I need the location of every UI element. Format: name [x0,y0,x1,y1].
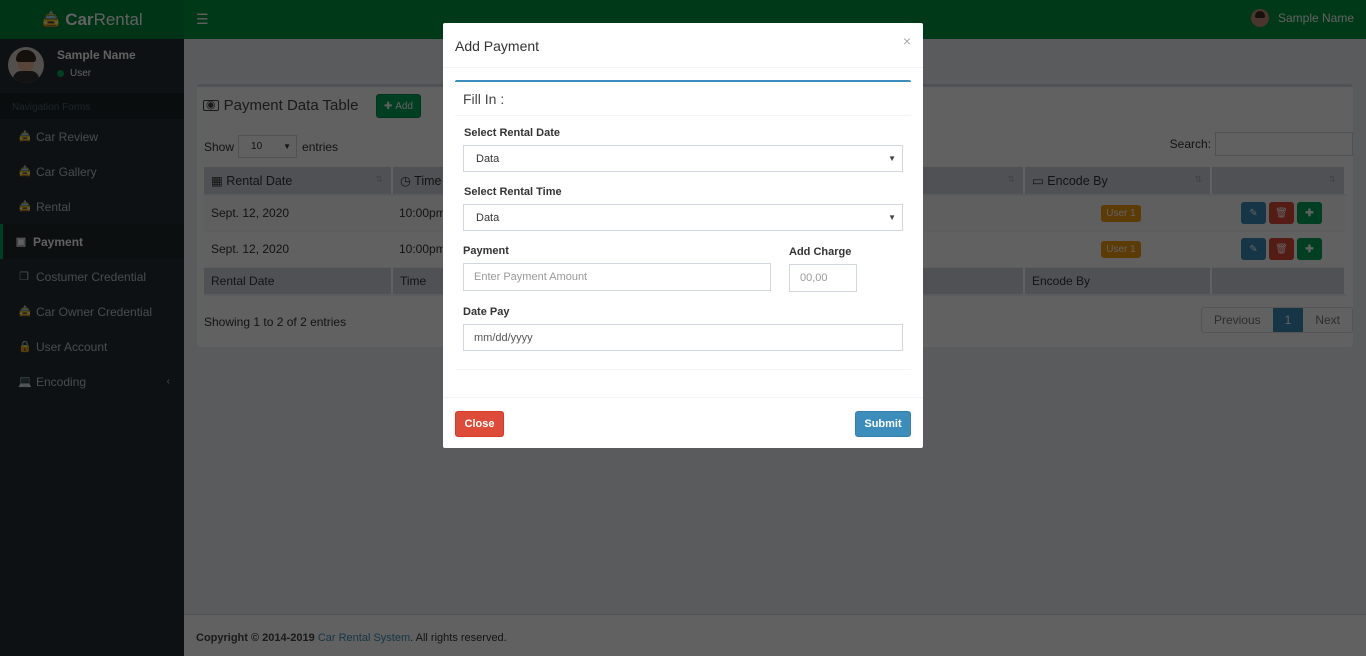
rental-date-select[interactable]: Data [463,145,903,172]
rental-time-label: Select Rental Time [464,186,562,198]
date-pay-label: Date Pay [463,306,510,318]
add-payment-modal: Add Payment × Fill In : Select Rental Da… [443,23,923,448]
modal-footer: Close Submit [443,397,923,448]
date-pay-input[interactable] [463,324,903,351]
rental-time-select[interactable]: Data [463,204,903,231]
add-charge-input[interactable] [789,264,857,292]
modal-title: Add Payment [455,38,540,54]
add-charge-label: Add Charge [789,246,852,258]
close-button[interactable]: Close [455,411,504,437]
payment-amount-input[interactable] [463,263,771,291]
payment-label: Payment [463,245,509,257]
modal-header: Add Payment × [443,23,923,68]
rental-date-label: Select Rental Date [464,127,560,139]
fill-in-box: Fill In : Select Rental Date Data Select… [455,80,911,370]
section-title: Fill In : [463,91,505,107]
submit-button[interactable]: Submit [855,411,911,437]
close-icon[interactable]: × [903,33,911,49]
